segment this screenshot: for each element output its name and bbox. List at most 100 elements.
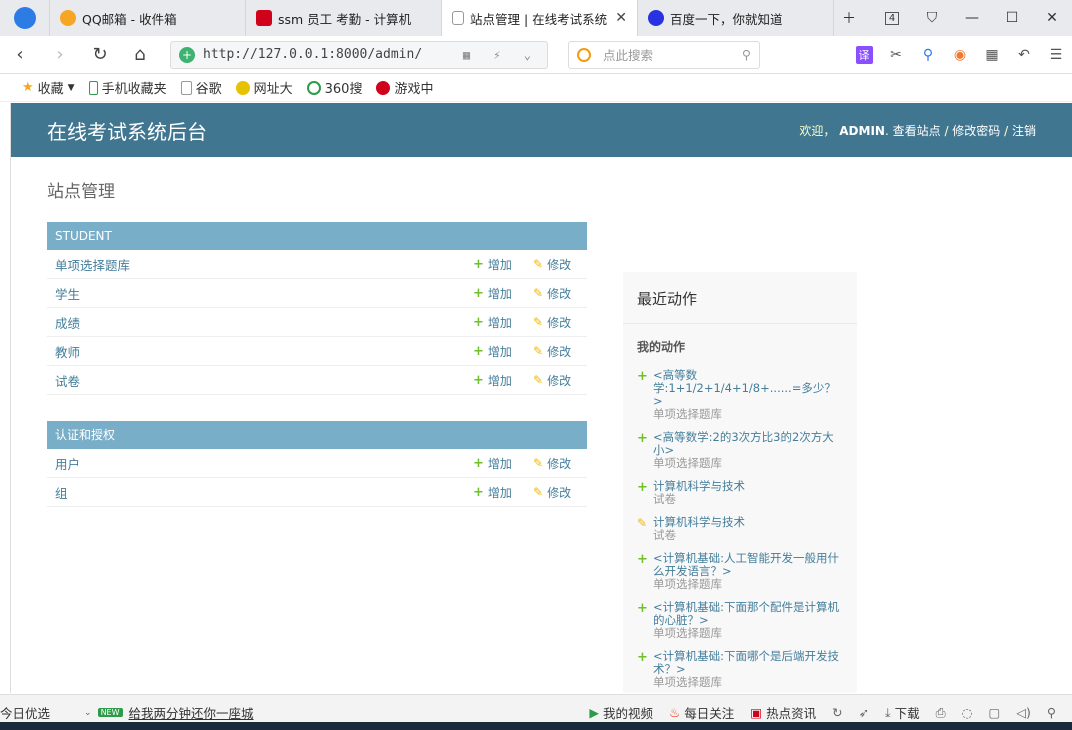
tab-baidu[interactable]: 百度一下，你就知道 — [638, 0, 834, 36]
recent-action-item: ✎ 计算机科学与技术 试卷 — [623, 512, 857, 548]
refresh-icon[interactable]: ↻ — [832, 705, 842, 720]
pencil-icon: ✎ — [533, 344, 544, 358]
game-controller-icon[interactable]: ◉ — [947, 42, 973, 68]
add-button[interactable]: + 增加 — [473, 455, 533, 472]
bookmark-sites[interactable]: 网址大 — [235, 78, 293, 97]
undo-icon[interactable]: ↶ — [1011, 42, 1037, 68]
recent-action-link[interactable]: <计算机基础:人工智能开发一般用什么开发语言？> — [653, 552, 843, 578]
view-site-link[interactable]: 查看站点 — [893, 124, 941, 138]
module-caption[interactable]: 认证和授权 — [47, 421, 587, 449]
model-link[interactable]: 教师 — [55, 342, 473, 361]
add-label: 增加 — [487, 456, 512, 471]
add-button[interactable]: + 增加 — [473, 484, 533, 501]
search-icon[interactable]: ⚲ — [742, 47, 751, 62]
add-label: 增加 — [487, 485, 512, 500]
daily-follow[interactable]: ♨ 每日关注 — [669, 703, 734, 722]
recent-action-link[interactable]: <高等数学:2的3次方比3的2次方大小> — [653, 431, 843, 457]
translate-icon[interactable]: 译 — [851, 42, 877, 68]
plus-icon: + — [473, 314, 484, 330]
window-close-icon[interactable]: ✕ — [1032, 0, 1072, 36]
logout-link[interactable]: 注销 — [1012, 124, 1036, 138]
tab-qq-mail[interactable]: QQ邮箱 - 收件箱 — [50, 0, 246, 36]
news-text: 给我两分钟还你一座城 — [128, 706, 254, 721]
forward-icon[interactable]: › — [40, 36, 80, 74]
search-zoom-icon[interactable]: ⚲ — [915, 42, 941, 68]
change-button[interactable]: ✎ 修改 — [533, 343, 587, 360]
change-button[interactable]: ✎ 修改 — [533, 256, 587, 273]
minimize-icon[interactable]: — — [952, 0, 992, 36]
bookmark-google[interactable]: 谷歌 — [180, 78, 222, 97]
site-title[interactable]: 在线考试系统后台 — [47, 116, 207, 145]
add-button[interactable]: + 增加 — [473, 314, 533, 331]
add-button[interactable]: + 增加 — [473, 285, 533, 302]
recent-action-item: + 计算机科学与技术 试卷 — [623, 476, 857, 512]
volume-icon[interactable]: ◁) — [1016, 705, 1031, 720]
pencil-icon: ✎ — [533, 315, 544, 329]
news-ticker[interactable]: ⌄ NEW 给我两分钟还你一座城 — [84, 703, 254, 722]
address-bar[interactable]: + http://127.0.0.1:8000/admin/ ▦ ⚡ ⌄ — [170, 40, 548, 69]
download-button[interactable]: ⤓ 下载 — [885, 703, 920, 722]
admin-page: 在线考试系统后台 欢迎， ADMIN. 查看站点 / 修改密码 / 注销 站点管… — [10, 103, 1072, 693]
home-icon[interactable]: ⌂ — [120, 36, 160, 74]
tab-count-button[interactable]: 4 — [872, 0, 912, 36]
close-icon[interactable]: ✕ — [615, 10, 627, 26]
apps-grid-icon[interactable]: ▦ — [979, 42, 1005, 68]
recent-action-type: 单项选择题库 — [653, 626, 722, 640]
rocket-icon[interactable]: ➶ — [859, 705, 869, 720]
model-link[interactable]: 试卷 — [55, 371, 473, 390]
new-badge: NEW — [97, 708, 123, 717]
browser-logo-icon[interactable] — [0, 0, 50, 36]
recent-action-link[interactable]: <计算机基础:下面哪个是后端开发技术？> — [653, 650, 843, 676]
model-link[interactable]: 组 — [55, 483, 473, 502]
recent-actions-title: 最近动作 — [623, 272, 857, 324]
bookmark-games[interactable]: 游戏中 — [376, 78, 433, 97]
address-actions-icon[interactable]: ▦ ⚡ ⌄ — [463, 48, 539, 62]
window-icon[interactable]: ▢ — [989, 705, 1001, 720]
zoom-icon[interactable]: ⚲ — [1047, 705, 1056, 720]
search-input[interactable]: 点此搜索 ⚲ — [568, 40, 760, 69]
change-label: 修改 — [547, 344, 572, 359]
360-icon — [306, 80, 321, 95]
os-taskbar — [0, 722, 1072, 730]
daily-picks[interactable]: 今日优选 — [0, 703, 50, 722]
bookmark-mobile[interactable]: 手机收藏夹 — [88, 78, 167, 97]
maximize-icon[interactable]: ☐ — [992, 0, 1032, 36]
add-button[interactable]: + 增加 — [473, 343, 533, 360]
menu-icon[interactable]: ☰ — [1043, 42, 1069, 68]
model-link[interactable]: 单项选择题库 — [55, 255, 473, 274]
model-link[interactable]: 用户 — [55, 454, 473, 473]
tab-ssm[interactable]: ssm 员工 考勤 - 计算机 — [246, 0, 442, 36]
change-button[interactable]: ✎ 修改 — [533, 314, 587, 331]
add-label: 增加 — [487, 373, 512, 388]
back-icon[interactable]: ‹ — [0, 36, 40, 74]
change-button[interactable]: ✎ 修改 — [533, 285, 587, 302]
hot-news[interactable]: ▣ 热点资讯 — [750, 703, 816, 722]
bookmark-favorites[interactable]: ★ 收藏 ▼ — [22, 78, 75, 97]
my-videos[interactable]: ▶ 我的视频 — [589, 703, 653, 722]
module-caption[interactable]: STUDENT — [47, 222, 587, 250]
change-password-link[interactable]: 修改密码 — [952, 124, 1000, 138]
change-button[interactable]: ✎ 修改 — [533, 372, 587, 389]
change-label: 修改 — [547, 373, 572, 388]
tab-admin[interactable]: 站点管理 | 在线考试系统 ✕ — [442, 0, 638, 36]
bookmark-360[interactable]: 360搜 — [306, 78, 362, 97]
model-link[interactable]: 学生 — [55, 284, 473, 303]
change-button[interactable]: ✎ 修改 — [533, 484, 587, 501]
recent-action-text: <计算机基础:下面那个配件是计算机的心脏？> 单项选择题库 — [653, 601, 843, 640]
shirt-icon[interactable]: ⛉ — [912, 0, 952, 36]
model-link[interactable]: 成绩 — [55, 313, 473, 332]
add-label: 增加 — [487, 315, 512, 330]
change-button[interactable]: ✎ 修改 — [533, 455, 587, 472]
print-icon[interactable]: ⎙ — [936, 705, 946, 721]
add-button[interactable]: + 增加 — [473, 372, 533, 389]
phone-icon — [88, 80, 98, 95]
recent-action-link[interactable]: <高等数学:1+1/2+1/4+1/8+......=多少？> — [653, 369, 843, 408]
new-tab-button[interactable]: ＋ — [834, 0, 864, 36]
reload-icon[interactable]: ↻ — [80, 36, 120, 74]
plus-icon: + — [637, 650, 648, 665]
scissors-icon[interactable]: ✂ — [883, 42, 909, 68]
privacy-icon[interactable]: ◌ — [962, 705, 973, 720]
change-label: 修改 — [547, 286, 572, 301]
recent-action-link[interactable]: <计算机基础:下面那个配件是计算机的心脏？> — [653, 601, 843, 627]
add-button[interactable]: + 增加 — [473, 256, 533, 273]
